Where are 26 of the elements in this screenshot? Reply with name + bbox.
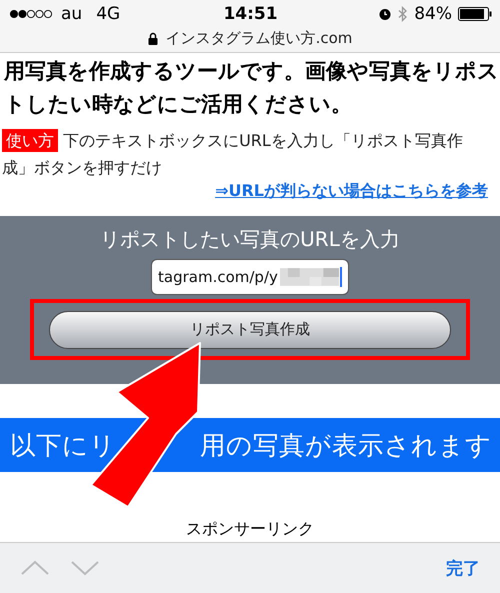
done-button[interactable]: 完了 <box>446 556 480 580</box>
form-title: リポストしたい写真のURLを入力 <box>100 226 400 253</box>
lock-icon <box>148 32 158 44</box>
battery-percentage: 84% <box>414 4 452 24</box>
intro-text: 用写真を作成するツールです。画像や写真をリポス <box>2 58 500 85</box>
site-address[interactable]: インスタグラム使い方.com <box>166 28 352 48</box>
usage-tag: 使い方 <box>2 129 58 152</box>
usage-text: 使い方 下のテキストボックスにURLを入力し「リポスト写真作成」ボタンを押すだけ <box>2 128 464 179</box>
battery-icon <box>458 7 492 21</box>
chevron-down-icon[interactable] <box>70 560 100 576</box>
help-link[interactable]: ⇒URLが判らない場合はこちらを参考 <box>215 181 488 202</box>
chevron-up-icon[interactable] <box>20 560 50 576</box>
url-field[interactable]: tagram.com/p/y <box>151 259 349 295</box>
carrier-name: au <box>61 4 82 24</box>
alarm-clock-icon <box>378 7 392 21</box>
network-type: 4G <box>96 4 120 24</box>
text-cursor <box>340 267 342 287</box>
clock-time: 14:51 <box>223 4 278 24</box>
banner-text: 用の写真が表示されます <box>200 430 492 462</box>
create-repost-button[interactable]: リポスト写真作成 <box>49 310 451 348</box>
signal-strength-icon <box>9 9 53 19</box>
banner-text: 以下にリ <box>10 430 116 462</box>
sponsor-label: スポンサーリンク <box>185 519 315 540</box>
pixelated-mosaic <box>280 268 340 286</box>
intro-text: トしたい時などにご活用ください。 <box>3 91 353 118</box>
bluetooth-icon <box>398 6 408 22</box>
